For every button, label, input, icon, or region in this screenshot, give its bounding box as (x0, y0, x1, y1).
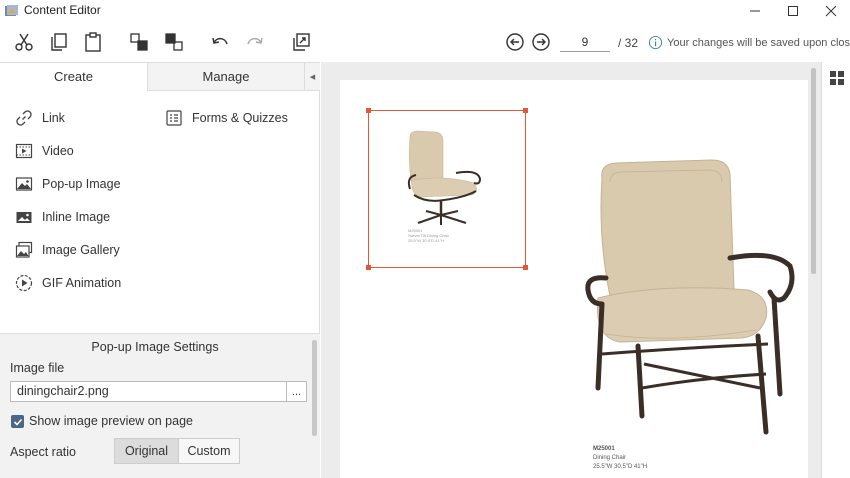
copy-icon (51, 33, 67, 51)
video-label: Video (42, 144, 74, 158)
create-link[interactable]: Link (15, 107, 65, 129)
checklist-icon (166, 110, 182, 126)
big-caption-line-3: 25.5"W 30.5"D 41"H (593, 464, 648, 470)
export-button[interactable] (289, 30, 313, 54)
window-title: Content Editor (24, 3, 101, 17)
inline-image-label: Inline Image (42, 210, 111, 224)
create-image-gallery[interactable]: Image Gallery (15, 239, 120, 261)
create-video[interactable]: Video (15, 140, 74, 162)
maximize-icon (788, 6, 798, 16)
image-file-input[interactable]: diningchair2.png (10, 381, 287, 402)
page-number-input[interactable] (560, 33, 610, 52)
popup-image-settings: Pop-up Image Settings Image file diningc… (0, 333, 320, 478)
bring-forward-icon (130, 33, 148, 51)
create-popup-image[interactable]: Pop-up Image (15, 173, 121, 195)
app-icon (5, 5, 18, 16)
browse-file-button[interactable]: ... (286, 381, 307, 402)
popup-image-selection[interactable] (366, 108, 528, 270)
forms-quizzes-label: Forms & Quizzes (192, 111, 288, 125)
content-editor-window: Content Editor 9 / 32 Your changes will … (0, 0, 850, 478)
gif-animation-label: GIF Animation (42, 276, 122, 290)
next-page-icon[interactable] (531, 32, 551, 52)
page-total: / 32 (618, 36, 639, 50)
resize-handle-bottom-left[interactable] (366, 265, 371, 270)
title-bar: Content Editor (0, 0, 850, 22)
video-icon (15, 143, 33, 159)
image-gallery-label: Image Gallery (42, 243, 120, 257)
bring-forward-button[interactable] (127, 30, 151, 54)
aspect-original-button[interactable]: Original (114, 438, 179, 464)
save-notice: Your changes will be saved upon close (667, 37, 850, 49)
show-preview-checkbox[interactable] (11, 415, 24, 428)
undo-icon (212, 37, 228, 45)
info-icon (648, 35, 663, 50)
minimize-icon (750, 10, 760, 12)
link-icon (16, 110, 32, 126)
create-gif-animation[interactable]: GIF Animation (15, 272, 121, 294)
big-caption-line-2: Dining Chair (593, 455, 627, 461)
paste-button[interactable] (81, 30, 105, 54)
resize-handle-top-right[interactable] (523, 108, 528, 113)
tab-manage[interactable]: Manage (147, 63, 305, 91)
gif-animation-icon (15, 274, 33, 292)
left-panel: Create Manage ◀ Link Forms & Quizzes Vid… (0, 62, 320, 478)
clipboard-icon (85, 32, 101, 52)
image-file-label: Image file (10, 361, 65, 375)
cut-button[interactable] (12, 30, 36, 54)
create-inline-image[interactable]: Inline Image (15, 206, 110, 228)
resize-handle-bottom-right[interactable] (523, 265, 528, 270)
redo-icon (247, 37, 263, 45)
collapse-panel-button[interactable]: ◀ (305, 63, 320, 91)
right-panel (821, 62, 850, 478)
close-button[interactable] (812, 0, 850, 22)
dining-chair-image (585, 159, 795, 435)
big-caption-line-1: M25001 (593, 446, 615, 452)
gallery-icon (15, 241, 33, 258)
undo-button[interactable] (208, 30, 232, 54)
show-preview-label: Show image preview on page (29, 414, 193, 428)
tab-create[interactable]: Create (0, 63, 147, 91)
image-icon (15, 177, 33, 191)
maximize-button[interactable] (774, 0, 812, 22)
redo-button[interactable] (243, 30, 267, 54)
grid-view-icon[interactable] (830, 71, 844, 85)
aspect-custom-button[interactable]: Custom (178, 438, 240, 464)
close-icon (825, 5, 837, 17)
inline-image-icon (16, 212, 32, 223)
copy-button[interactable] (47, 30, 71, 54)
panel-tabs: Create Manage ◀ (0, 62, 320, 91)
link-label: Link (42, 111, 65, 125)
create-forms-quizzes[interactable]: Forms & Quizzes (165, 107, 288, 129)
aspect-ratio-label: Aspect ratio (10, 445, 77, 459)
send-backward-button[interactable] (162, 30, 186, 54)
checkmark-icon (13, 418, 22, 426)
minimize-button[interactable] (736, 0, 774, 22)
send-backward-icon (165, 33, 183, 51)
export-icon (293, 33, 310, 51)
resize-handle-top-left[interactable] (366, 108, 371, 113)
settings-title: Pop-up Image Settings (91, 340, 219, 354)
chevron-left-icon: ◀ (309, 73, 316, 81)
scissors-icon (15, 33, 33, 51)
settings-scrollbar[interactable] (312, 340, 317, 436)
popup-image-label: Pop-up Image (42, 177, 121, 191)
canvas-scrollbar[interactable] (811, 68, 816, 274)
previous-page-icon[interactable] (505, 32, 525, 52)
